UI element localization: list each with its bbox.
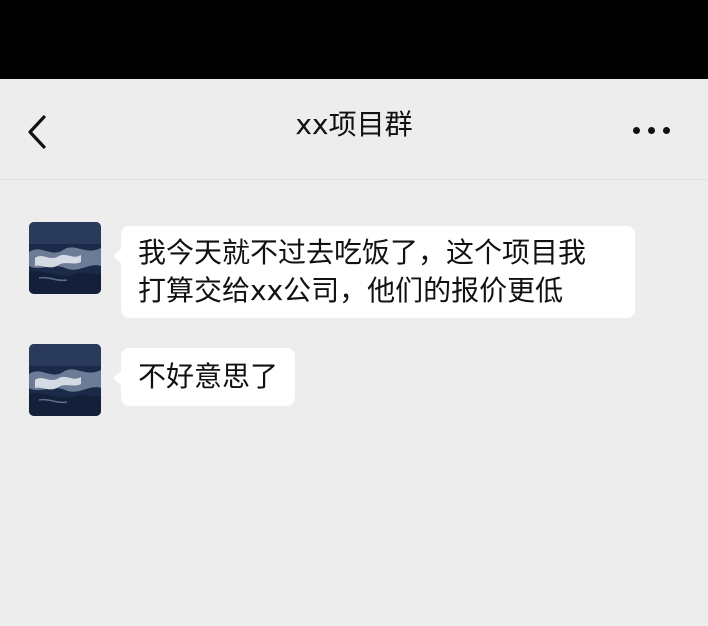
more-options-button[interactable] xyxy=(628,117,676,143)
more-dot xyxy=(648,127,655,134)
message-text-line: 不好意思了 xyxy=(138,360,279,393)
chat-header: xx项目群 xyxy=(0,79,708,180)
message-text-line: 我今天就不过去吃饭了，这个项目我 xyxy=(138,236,587,269)
ocean-wave-avatar-icon xyxy=(29,344,101,416)
more-dots-icon xyxy=(633,127,640,134)
message-bubble[interactable]: 不好意思了 xyxy=(112,348,296,406)
ocean-wave-avatar-icon xyxy=(29,222,101,294)
avatar[interactable] xyxy=(29,344,101,416)
message-text-line: 打算交给xx公司，他们的报价更低 xyxy=(138,274,564,307)
avatar[interactable] xyxy=(29,222,101,294)
chat-title: xx项目群 xyxy=(295,108,413,141)
more-dot xyxy=(663,127,670,134)
message-bubble[interactable]: 我今天就不过去吃饭了，这个项目我 打算交给xx公司，他们的报价更低 xyxy=(113,226,635,318)
status-bar xyxy=(0,0,708,79)
